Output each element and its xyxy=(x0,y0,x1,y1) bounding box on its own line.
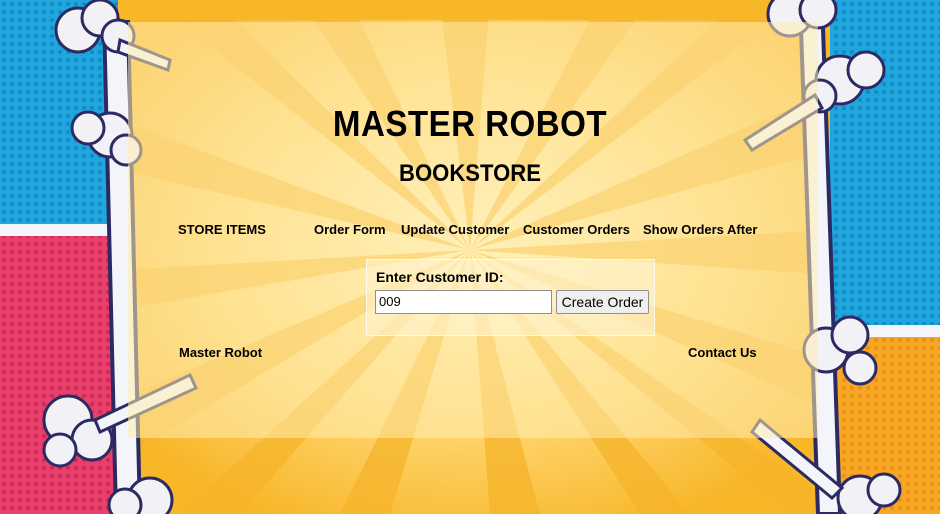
customer-id-form: Enter Customer ID: 009 Create Order xyxy=(366,259,655,336)
nav-show-orders-after[interactable]: Show Orders After xyxy=(643,222,757,237)
customer-id-input[interactable]: 009 xyxy=(375,290,552,314)
nav-store-items[interactable]: STORE ITEMS xyxy=(178,222,266,237)
main-navigation: STORE ITEMS Order Form Update Customer C… xyxy=(0,222,940,240)
page-background: MASTER ROBOT BOOKSTORE STORE ITEMS Order… xyxy=(0,0,940,514)
customer-id-label: Enter Customer ID: xyxy=(376,269,504,285)
footer-brand: Master Robot xyxy=(179,345,263,360)
nav-update-customer[interactable]: Update Customer xyxy=(401,222,509,237)
contact-us-link[interactable]: Contact Us xyxy=(688,345,757,360)
create-order-button[interactable]: Create Order xyxy=(556,290,649,314)
nav-order-form[interactable]: Order Form xyxy=(314,222,386,237)
nav-customer-orders[interactable]: Customer Orders xyxy=(523,222,630,237)
page-title: MASTER ROBOT xyxy=(332,103,608,144)
page-subtitle: BOOKSTORE xyxy=(399,160,541,187)
